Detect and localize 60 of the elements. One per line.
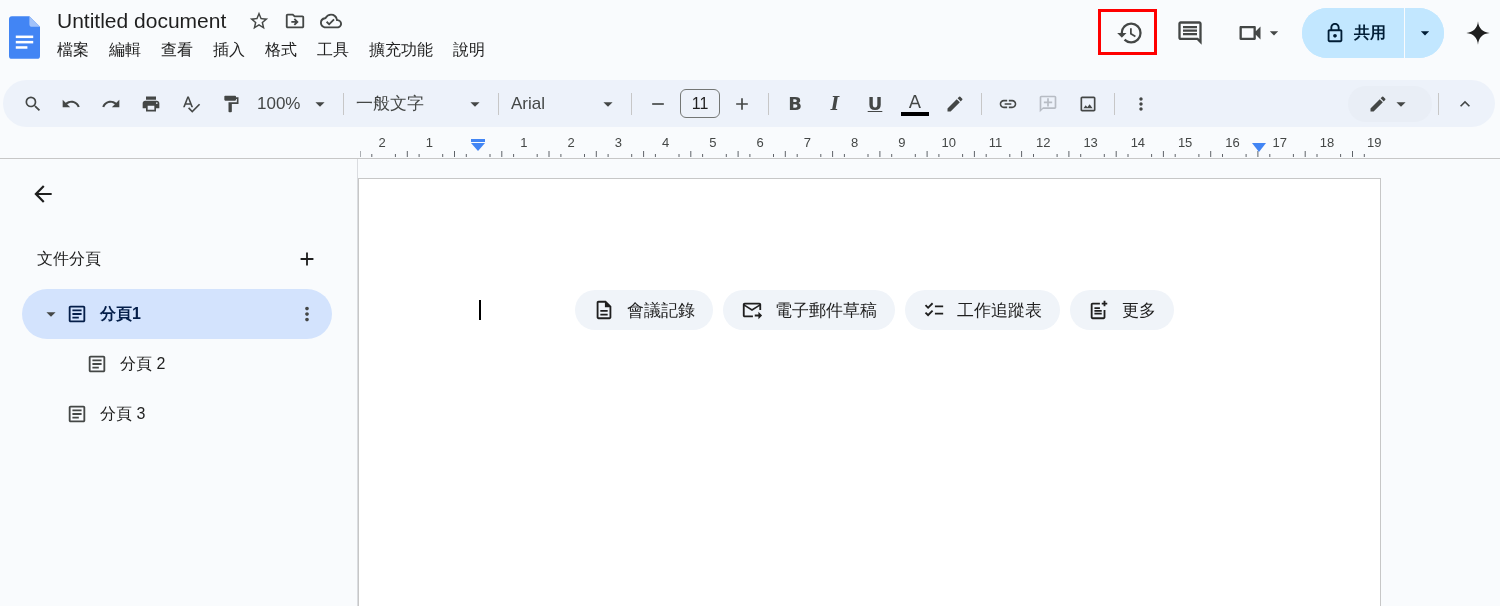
menu-item[interactable]: 檔案 — [57, 40, 89, 61]
indent-marker-icon[interactable] — [1252, 143, 1266, 152]
style-dropdown[interactable]: 一般文字 — [350, 87, 492, 120]
menu-item[interactable]: 說明 — [453, 40, 485, 61]
ruler-number: 4 — [662, 135, 670, 150]
ruler-number: 13 — [1083, 135, 1098, 150]
tab-item[interactable]: 分頁 2 — [22, 339, 332, 389]
ruler-number: 15 — [1177, 135, 1193, 150]
tab-item[interactable]: 分頁1 — [22, 289, 332, 339]
ruler-number: 1 — [520, 135, 528, 150]
paint-roller-icon[interactable] — [221, 93, 241, 114]
indent-marker-icon[interactable] — [471, 139, 485, 151]
zoom-dropdown[interactable]: 100% — [251, 87, 337, 120]
sidebar-heading: 文件分頁 — [37, 248, 101, 269]
ruler-number: 16 — [1225, 135, 1240, 150]
page-icon — [66, 403, 88, 425]
ruler-number: 19 — [1366, 135, 1382, 150]
ruler-number: 8 — [851, 135, 859, 150]
ruler-number: 5 — [709, 135, 717, 150]
font-dropdown[interactable]: Arial — [505, 87, 625, 120]
italic-button[interactable]: I — [815, 87, 855, 120]
text-cursor — [479, 300, 481, 320]
ruler-number: 10 — [941, 135, 957, 150]
ruler-number: 12 — [1036, 135, 1051, 150]
page-icon — [86, 353, 108, 375]
ruler-number: 14 — [1130, 135, 1146, 150]
star-icon[interactable] — [248, 10, 271, 32]
bold-button[interactable]: B — [775, 87, 815, 120]
pen-icon[interactable] — [945, 93, 965, 114]
menu-item[interactable]: 工具 — [317, 40, 349, 61]
ruler-number: 9 — [898, 135, 906, 150]
page-icon — [66, 303, 88, 325]
ruler-number: 6 — [756, 135, 764, 150]
ruler-number: 3 — [614, 135, 622, 150]
menu-item[interactable]: 格式 — [265, 40, 297, 61]
ruler-number: 17 — [1272, 135, 1287, 150]
ruler-number: 2 — [567, 135, 575, 150]
menu-item[interactable]: 擴充功能 — [369, 40, 433, 61]
docs-logo-icon[interactable] — [9, 16, 40, 59]
menu-item[interactable]: 查看 — [161, 40, 193, 61]
template-chip[interactable]: 工作追蹤表 — [905, 290, 1060, 330]
ruler-number: 11 — [988, 135, 1003, 150]
template-chip[interactable]: 更多 — [1070, 290, 1174, 330]
editing-mode-dropdown[interactable] — [1348, 85, 1432, 122]
underline-button[interactable]: U — [855, 87, 895, 120]
ruler-number: 1 — [425, 135, 433, 150]
comment-icon[interactable] — [1176, 19, 1204, 47]
menu-item[interactable]: 插入 — [213, 40, 245, 61]
font-size-field[interactable]: 11 — [680, 89, 720, 118]
pencil-icon[interactable] — [1368, 93, 1388, 114]
text-color-button[interactable]: A — [901, 91, 929, 116]
document-title[interactable]: Untitled document — [57, 9, 227, 33]
template-chip[interactable]: 會議記錄 — [575, 290, 713, 330]
note-add-icon — [1088, 299, 1110, 321]
ruler-number: 2 — [378, 135, 386, 150]
tab-item[interactable]: 分頁 3 — [22, 389, 332, 439]
menu-item[interactable]: 編輯 — [109, 40, 141, 61]
template-chip[interactable]: 電子郵件草稿 — [723, 290, 895, 330]
ruler-number: 7 — [803, 135, 812, 150]
ruler-number: 18 — [1319, 135, 1335, 150]
